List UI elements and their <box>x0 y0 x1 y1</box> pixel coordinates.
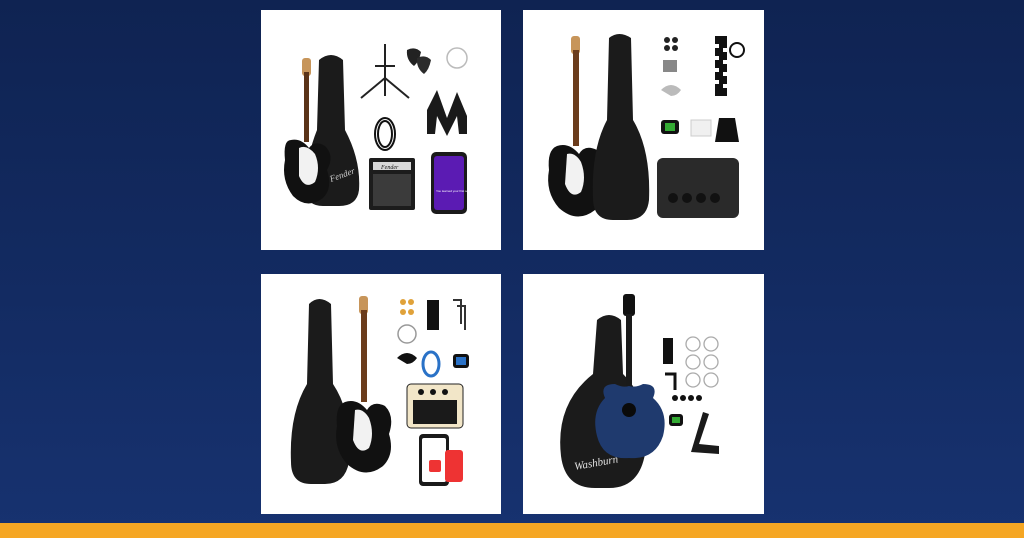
page-background: { "cards": [ { "id": "kit-1", "brand_log… <box>0 0 1024 538</box>
guitar-headstock <box>623 294 635 316</box>
gig-bag <box>290 299 350 484</box>
guitar-neck <box>626 314 632 394</box>
strings-set <box>685 336 719 388</box>
storage-pouch <box>715 118 739 142</box>
amp-logo: Fender <box>380 165 399 171</box>
cable-coil <box>729 42 745 58</box>
guitar-kit-4-illustration: Washburn <box>560 294 719 488</box>
guitar-kit-1-illustration: Fender Fender You learned your first son… <box>284 44 487 214</box>
guitar-neck <box>573 50 579 146</box>
accent-bar <box>0 523 1024 538</box>
product-image-card-3[interactable] <box>261 274 501 514</box>
strap <box>427 300 439 330</box>
strings-pack <box>663 60 677 72</box>
guitar-stand <box>360 44 410 99</box>
tuner <box>661 120 679 134</box>
tuner <box>453 354 469 368</box>
strings-coil <box>397 324 417 344</box>
picks-set <box>672 395 702 401</box>
sound-hole <box>622 403 636 417</box>
instrument-cable <box>421 350 441 378</box>
practice-amp <box>657 158 739 218</box>
product-image-card-2[interactable] <box>523 10 764 250</box>
guitar-neck <box>304 72 309 142</box>
product-image-card-1[interactable]: Fender Fender You learned your first son… <box>261 10 501 250</box>
picks-set <box>664 37 678 51</box>
tuner <box>669 414 683 426</box>
allen-keys <box>453 299 466 330</box>
polishing-cloth <box>690 119 712 137</box>
guitar-stand <box>691 412 719 454</box>
string-winder <box>665 372 677 390</box>
instrument-cable <box>374 117 396 151</box>
capo <box>397 353 417 364</box>
strings-coil <box>446 47 468 69</box>
guitar-kit-2-illustration <box>548 34 745 220</box>
app-card <box>445 450 463 482</box>
guitar-body <box>595 384 665 459</box>
guitar-strap <box>427 90 467 136</box>
guitar-neck <box>361 310 367 402</box>
app-screen-text: You learned your first song on Fender! <box>436 189 487 193</box>
product-image-card-4[interactable]: Washburn <box>523 274 764 514</box>
pick-2 <box>416 56 431 74</box>
guitar-kit-3-illustration <box>290 296 469 486</box>
strap <box>663 338 673 364</box>
gig-bag <box>592 34 650 220</box>
picks-set <box>400 299 414 315</box>
capo <box>661 85 681 96</box>
